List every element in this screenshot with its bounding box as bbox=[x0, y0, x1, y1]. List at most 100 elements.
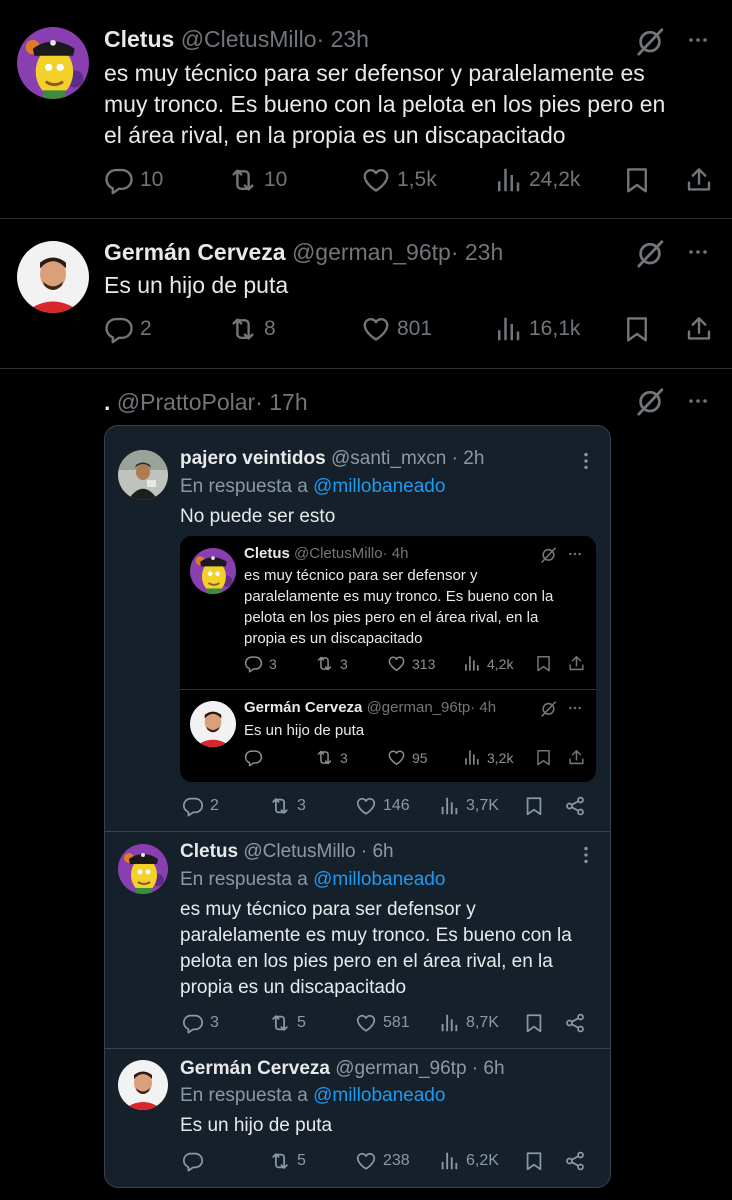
share-icon[interactable] bbox=[564, 795, 586, 817]
reply-button[interactable]: 3 bbox=[182, 1012, 219, 1034]
timestamp[interactable]: · 6h bbox=[361, 841, 394, 862]
retweet-button[interactable]: 5 bbox=[269, 1012, 306, 1034]
author-name[interactable]: Germán Cerveza bbox=[104, 239, 286, 265]
like-button[interactable]: 1,5k bbox=[361, 165, 437, 195]
more-icon[interactable] bbox=[684, 240, 712, 264]
author-handle[interactable]: @german_96tp bbox=[335, 1058, 466, 1079]
post-text-line: es muy técnico para ser defensor y bbox=[244, 567, 478, 584]
share-icon[interactable] bbox=[684, 314, 714, 344]
views-button[interactable]: 8,7K bbox=[438, 1012, 499, 1034]
like-button[interactable]: 313 bbox=[387, 654, 435, 673]
reply-button[interactable]: 2 bbox=[182, 795, 219, 817]
bookmark-icon[interactable] bbox=[523, 795, 545, 817]
share-icon[interactable] bbox=[684, 165, 714, 195]
author-handle[interactable]: @PrattoPolar bbox=[117, 389, 255, 415]
quoted-screenshot[interactable]: Cletus @CletusMillo· 4h es muy técnico p… bbox=[180, 536, 596, 782]
grok-icon[interactable] bbox=[635, 238, 665, 268]
bookmark-icon[interactable] bbox=[523, 1012, 545, 1034]
author-handle[interactable]: @CletusMillo bbox=[181, 26, 317, 52]
post-text: es muy técnico para ser defensor y paral… bbox=[180, 897, 572, 1001]
like-button[interactable]: 581 bbox=[355, 1012, 410, 1034]
share-icon[interactable] bbox=[564, 1150, 586, 1172]
share-icon[interactable] bbox=[567, 654, 586, 673]
bookmark-icon[interactable] bbox=[622, 314, 652, 344]
author-name[interactable]: Germán Cerveza bbox=[180, 1058, 330, 1079]
like-button[interactable]: 146 bbox=[355, 795, 410, 817]
author-name[interactable]: Cletus bbox=[180, 841, 238, 862]
bookmark-icon[interactable] bbox=[622, 165, 652, 195]
more-vertical-icon[interactable] bbox=[575, 844, 597, 866]
bookmark-icon[interactable] bbox=[523, 1150, 545, 1172]
views-button[interactable]: 3,2k bbox=[462, 748, 513, 767]
author-name[interactable]: Cletus bbox=[244, 545, 290, 562]
reply-button[interactable]: 2 bbox=[104, 314, 152, 344]
grok-icon[interactable] bbox=[540, 546, 557, 563]
reply-to-link[interactable]: @millobaneado bbox=[313, 1085, 445, 1106]
avatar[interactable] bbox=[118, 450, 168, 500]
views-button[interactable]: 3,7K bbox=[438, 795, 499, 817]
timestamp[interactable]: · 17h bbox=[255, 389, 307, 415]
reply-button[interactable] bbox=[244, 748, 269, 767]
reply-button[interactable]: 10 bbox=[104, 165, 163, 195]
author-handle[interactable]: @CletusMillo bbox=[243, 841, 355, 862]
reply-to-link[interactable]: @millobaneado bbox=[313, 869, 445, 890]
divider bbox=[105, 831, 610, 832]
author-handle[interactable]: @CletusMillo bbox=[294, 545, 383, 562]
grok-icon[interactable] bbox=[635, 386, 665, 416]
retweet-button[interactable]: 8 bbox=[228, 314, 276, 344]
retweet-button[interactable]: 10 bbox=[228, 165, 287, 195]
heart-icon bbox=[387, 748, 406, 767]
bookmark-icon[interactable] bbox=[534, 654, 553, 673]
post-text: Es un hijo de puta bbox=[244, 720, 364, 741]
views-button[interactable]: 24,2k bbox=[493, 165, 580, 195]
reply-button[interactable]: 3 bbox=[244, 654, 277, 673]
author-name[interactable]: pajero veintidos bbox=[180, 448, 326, 469]
author-name[interactable]: Cletus bbox=[104, 26, 174, 52]
retweet-button[interactable]: 3 bbox=[315, 748, 348, 767]
retweet-button[interactable]: 3 bbox=[315, 654, 348, 673]
retweet-icon bbox=[228, 314, 258, 344]
avatar[interactable] bbox=[118, 1060, 168, 1110]
more-vertical-icon[interactable] bbox=[575, 450, 597, 472]
like-button[interactable]: 95 bbox=[387, 748, 428, 767]
avatar[interactable] bbox=[190, 701, 236, 747]
more-icon[interactable] bbox=[684, 389, 712, 413]
more-icon[interactable] bbox=[566, 546, 584, 562]
author-name[interactable]: . bbox=[104, 389, 110, 415]
author-handle[interactable]: @german_96tp bbox=[367, 699, 471, 716]
author-handle[interactable]: @santi_mxcn bbox=[331, 448, 446, 469]
avatar[interactable] bbox=[17, 241, 89, 313]
avatar[interactable] bbox=[17, 27, 89, 99]
views-button[interactable]: 6,2K bbox=[438, 1150, 499, 1172]
like-button[interactable]: 801 bbox=[361, 314, 432, 344]
avatar[interactable] bbox=[190, 548, 236, 594]
retweet-button[interactable]: 5 bbox=[269, 1150, 306, 1172]
avatar[interactable] bbox=[118, 844, 168, 894]
post-text-line: es muy técnico para ser defensor y bbox=[180, 899, 476, 920]
reply-button[interactable] bbox=[182, 1150, 210, 1172]
grok-icon[interactable] bbox=[540, 700, 557, 717]
timestamp[interactable]: · 23h bbox=[451, 239, 503, 265]
reply-to-link[interactable]: @millobaneado bbox=[313, 476, 445, 497]
share-icon[interactable] bbox=[564, 1012, 586, 1034]
post-text-line: No puede ser esto bbox=[180, 506, 336, 527]
more-icon[interactable] bbox=[684, 28, 712, 52]
timestamp[interactable]: · 4h bbox=[383, 545, 409, 562]
timestamp[interactable]: · 2h bbox=[452, 448, 485, 469]
share-icon[interactable] bbox=[567, 748, 586, 767]
author-name[interactable]: Germán Cerveza bbox=[244, 699, 362, 716]
timestamp[interactable]: · 23h bbox=[317, 26, 369, 52]
views-button[interactable]: 16,1k bbox=[493, 314, 580, 344]
like-button[interactable]: 238 bbox=[355, 1150, 410, 1172]
embedded-screenshot[interactable]: pajero veintidos @santi_mxcn · 2h En res… bbox=[104, 425, 611, 1188]
views-icon bbox=[438, 1150, 460, 1172]
retweet-button[interactable]: 3 bbox=[269, 795, 306, 817]
views-icon bbox=[493, 165, 523, 195]
author-handle[interactable]: @german_96tp bbox=[292, 239, 451, 265]
grok-icon[interactable] bbox=[635, 26, 665, 56]
timestamp[interactable]: · 6h bbox=[472, 1058, 505, 1079]
more-icon[interactable] bbox=[566, 700, 584, 716]
views-button[interactable]: 4,2k bbox=[462, 654, 513, 673]
bookmark-icon[interactable] bbox=[534, 748, 553, 767]
timestamp[interactable]: · 4h bbox=[470, 699, 496, 716]
